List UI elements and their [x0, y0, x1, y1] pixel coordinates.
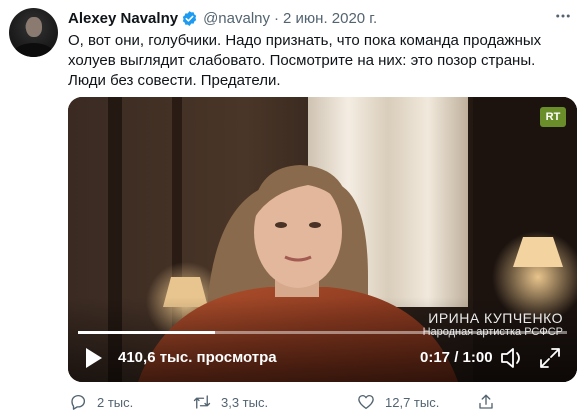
avatar-shoulders — [13, 43, 54, 57]
reply-icon — [68, 392, 88, 412]
video-player[interactable]: RT ИРИНА КУПЧЕНКО Народная артистка РСФС… — [68, 97, 577, 382]
more-horizontal-icon — [556, 14, 570, 18]
author-avatar[interactable] — [9, 8, 58, 57]
view-count: 410,6 тыс. просмотра — [118, 349, 277, 366]
share-icon — [476, 392, 496, 412]
caption-name: ИРИНА КУПЧЕНКО — [428, 310, 563, 326]
like-count: 12,7 тыс. — [385, 394, 440, 410]
play-icon — [86, 348, 102, 368]
tweet-text: О, вот они, голубчики. Надо признать, чт… — [68, 32, 542, 89]
video-progress-bar[interactable] — [78, 331, 567, 334]
like-button[interactable]: 12,7 тыс. — [356, 391, 439, 413]
share-button[interactable] — [476, 391, 505, 413]
play-button[interactable] — [82, 347, 104, 369]
volume-icon — [501, 348, 520, 368]
tweet-date[interactable]: 2 июн. 2020 г. — [283, 10, 377, 27]
avatar-face — [26, 17, 42, 37]
reply-count: 2 тыс. — [97, 394, 134, 410]
video-time: 0:17 / 1:00 — [420, 349, 493, 366]
fullscreen-icon — [540, 348, 560, 368]
verified-badge-icon — [182, 10, 197, 26]
channel-logo: RT — [540, 107, 566, 127]
video-progress-fill — [78, 331, 215, 334]
reply-button[interactable]: 2 тыс. — [68, 391, 133, 413]
retweet-button[interactable]: 3,3 тыс. — [192, 391, 268, 413]
author-handle[interactable]: @navalny — [203, 10, 270, 27]
fullscreen-button[interactable] — [538, 347, 562, 369]
retweet-icon — [192, 392, 212, 412]
header-separator: · — [274, 9, 280, 27]
video-controls: 410,6 тыс. просмотра 0:17 / 1:00 — [68, 339, 577, 377]
tweet-actions: 2 тыс. 3,3 тыс. 12,7 тыс. — [68, 391, 538, 413]
retweet-count: 3,3 тыс. — [221, 394, 269, 410]
author-name[interactable]: Alexey Navalny — [68, 10, 178, 27]
heart-icon — [356, 392, 376, 412]
volume-button[interactable] — [500, 347, 524, 369]
more-options-button[interactable] — [551, 4, 575, 28]
tweet-header: Alexey Navalny @navalny · 2 июн. 2020 г. — [68, 8, 377, 28]
